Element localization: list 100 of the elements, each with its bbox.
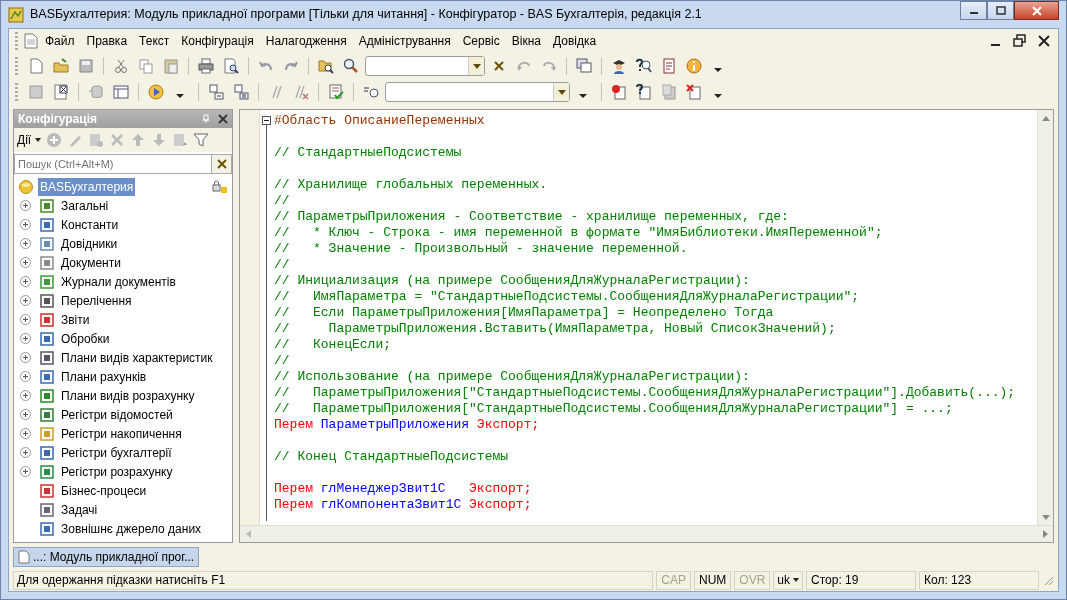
scroll-down-icon[interactable] [1042,514,1050,520]
tree-item[interactable]: Журнали документів [59,272,178,291]
caret-icon[interactable] [793,578,799,582]
expand-icon[interactable] [20,200,31,211]
tree-item[interactable]: Регістри накопичення [59,424,184,443]
code-line: // ИмяПараметра = "СтандартныеПодсистемы.СообщенияДляЖурналаРегистрации"; [274,289,860,304]
expand-icon[interactable] [20,409,31,420]
menu-item[interactable]: Правка [81,31,133,51]
book-icon[interactable] [661,58,677,74]
search-icon[interactable] [343,58,359,74]
expand-icon[interactable] [20,352,31,363]
expand-icon[interactable] [20,447,31,458]
tree-item[interactable]: Зовнішнє джерело даних [59,519,204,538]
close-button[interactable] [1014,1,1059,20]
expand-icon[interactable] [20,257,31,268]
key-indicator: NUM [693,570,732,590]
clear-icon[interactable] [494,61,504,71]
caret-icon[interactable] [35,138,42,142]
collapse-icon[interactable] [262,116,271,125]
tree-item[interactable]: Регістри розрахунку [59,462,175,481]
menu-item[interactable]: Довідка [547,31,602,51]
folder-icon[interactable] [53,58,69,74]
expand-icon[interactable] [20,314,31,325]
menu-item[interactable]: Текст [134,31,175,51]
expand-icon[interactable] [20,238,31,249]
dropdown-caret-icon[interactable] [472,63,481,69]
new-document-icon[interactable] [28,58,44,74]
tree-item[interactable]: Довідники [59,234,120,253]
window-tab[interactable]: ...: Модуль прикладної прог... [13,547,200,567]
printer-icon[interactable] [198,58,214,74]
maximize-button[interactable] [987,1,1014,20]
tree-item[interactable]: Бізнес-процеси [59,481,149,500]
close-icon[interactable] [218,114,228,124]
form-check-icon[interactable] [53,84,69,100]
folder-search-icon[interactable] [318,58,334,74]
procedure-combo-field[interactable] [385,82,570,102]
clear-icon[interactable] [216,159,227,169]
expand-icon[interactable] [20,466,31,477]
play-icon[interactable] [148,84,164,100]
text-block-icon[interactable] [208,84,224,100]
windows-icon[interactable] [576,58,592,74]
scroll-right-icon[interactable] [1042,530,1048,538]
breakpoint-question-icon[interactable] [636,84,652,100]
expand-icon[interactable] [20,428,31,439]
resize-grip-icon[interactable] [1042,574,1054,586]
question-search-icon[interactable] [636,58,652,74]
menu-item[interactable]: Адміністрування [353,31,456,51]
menu-item[interactable]: Сервіс [457,31,505,51]
menu-item[interactable]: Конфігурація [176,31,259,51]
tree-item[interactable]: Перелічення [59,291,134,310]
expand-icon[interactable] [20,295,31,306]
actions-menu-button[interactable]: Дії [17,131,42,149]
scroll-up-icon[interactable] [1042,115,1050,121]
close-icon[interactable] [1036,33,1052,49]
print-preview-icon[interactable] [223,58,239,74]
tree-item[interactable]: Задачі [59,500,100,519]
object-icon [39,216,55,233]
expand-icon[interactable] [20,371,31,382]
language-button[interactable]: uk [773,570,803,590]
dropdown-caret-icon[interactable] [557,89,566,95]
menu-item[interactable]: Вікна [506,31,546,51]
minimize-button[interactable] [960,1,987,20]
search-combo-field[interactable] [365,56,485,76]
key-indicator: OVR [734,570,771,590]
breakpoint-delete-icon[interactable] [686,84,702,100]
graduate-icon[interactable] [611,58,627,74]
breakpoint-icon[interactable] [611,84,627,100]
horizontal-scrollbar[interactable] [240,525,1053,542]
expand-icon[interactable] [20,276,31,287]
code-line: // [274,193,290,208]
clear-button[interactable] [212,154,232,174]
code-line: // [274,257,290,272]
expand-icon[interactable] [20,333,31,344]
text-block-icon[interactable] [233,84,249,100]
info-icon[interactable] [686,58,702,74]
table-icon[interactable] [113,84,129,100]
checklist-icon[interactable] [328,84,344,100]
tree-item[interactable]: Константи [59,215,121,234]
search-field[interactable]: Пошук (Ctrl+Alt+M) [14,154,212,174]
restore-icon[interactable] [1012,33,1028,49]
menu-item[interactable]: Налагодження [260,31,352,51]
expand-icon[interactable] [20,219,31,230]
tree-item[interactable]: Плани рахунків [59,367,149,386]
tree-item[interactable]: Обробки [59,329,112,348]
tree-item[interactable]: Плани видів розрахунку [59,386,197,405]
tree-item[interactable]: Регістри бухгалтерії [59,443,174,462]
tree-item[interactable]: Регістри відомостей [59,405,175,424]
expand-icon[interactable] [20,390,31,401]
menu-item[interactable]: Файл [40,31,80,51]
maximize-icon[interactable] [995,6,1006,15]
tree-item[interactable]: Документи [59,253,123,272]
vertical-scrollbar[interactable] [1037,110,1053,525]
uncomment-slashes-icon[interactable] [293,84,309,100]
filter-icon[interactable] [193,132,210,148]
document-icon [24,33,38,49]
scissors-icon[interactable] [113,58,129,74]
clipboard-icon[interactable] [163,58,179,74]
tree-item[interactable]: Загальні [59,196,111,215]
tree-item[interactable]: Звіти [59,310,92,329]
tree-item[interactable]: Плани видів характеристик [59,348,215,367]
